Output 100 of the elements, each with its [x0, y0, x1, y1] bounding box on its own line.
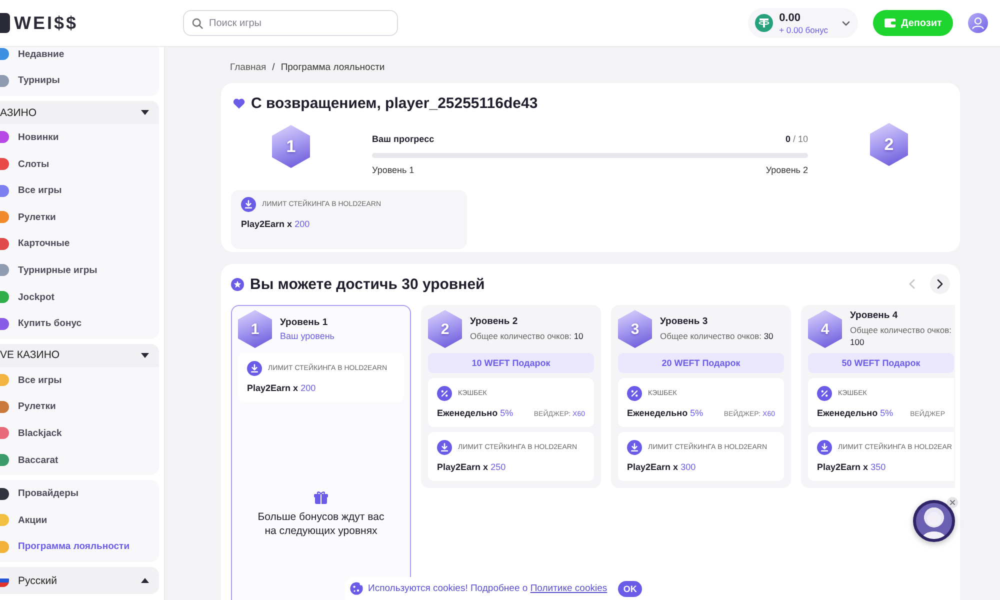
- gift-bar: 20 WEFT Подарок: [618, 353, 784, 373]
- level-badge: 1: [238, 310, 272, 348]
- menu-item-icon: [0, 158, 9, 170]
- points-text: Общее количество очков: 10: [470, 330, 584, 342]
- perk-value: Play2Earn x 250: [437, 462, 506, 473]
- sidebar-item[interactable]: Рулетки: [0, 204, 56, 231]
- next-button[interactable]: [930, 274, 950, 294]
- perk-value: Еженедельно 5%: [437, 408, 514, 419]
- breadcrumb-current: Программа лояльности: [280, 62, 385, 74]
- level-title: Уровень 2: [470, 316, 519, 327]
- close-icon[interactable]: [947, 497, 958, 508]
- download-icon: [627, 440, 642, 455]
- menu-item-icon: [0, 74, 9, 87]
- sidebar-item[interactable]: Программа лояльности: [0, 534, 130, 560]
- balance-amount: 0.00: [779, 12, 800, 24]
- sidebar-item[interactable]: Турнирные игры: [0, 257, 98, 284]
- search-icon: [192, 18, 203, 28]
- points-text: Общее количество очков: 100: [850, 324, 952, 348]
- teaser-text: Больше бонусов ждут вас на следующих уровнях: [256, 510, 386, 538]
- menu-item-icon: [0, 374, 9, 386]
- menu-item-icon: [0, 514, 9, 526]
- download-icon: [437, 440, 452, 455]
- menu-item-icon: [0, 48, 9, 60]
- menu-item-icon: [0, 488, 9, 500]
- level-title: Уровень 4: [850, 310, 899, 321]
- progress-count: 0 / 10: [785, 134, 808, 145]
- gift-bar: 50 WEFT Подарок: [808, 353, 954, 373]
- menu-item-icon: [0, 184, 9, 197]
- menu-item-icon: [0, 400, 9, 413]
- heart-icon: [233, 98, 245, 108]
- sidebar-item[interactable]: Провайдеры: [0, 480, 79, 507]
- ok-button[interactable]: OK: [618, 580, 642, 596]
- download-icon: [247, 361, 262, 376]
- sidebar-item[interactable]: Новинки: [0, 124, 59, 151]
- menu-item-icon: [0, 540, 9, 553]
- user-avatar-icon[interactable]: [968, 13, 988, 33]
- download-icon: [241, 197, 256, 212]
- balance-dropdown[interactable]: 0.00 + 0.00 бонус: [748, 8, 858, 38]
- wallet-icon: [884, 18, 896, 28]
- menu-item-icon: [0, 454, 9, 466]
- level-badge: 2: [870, 123, 908, 166]
- logo-text: WEI$$: [14, 12, 78, 34]
- sidebar-item[interactable]: Турниры: [0, 68, 60, 94]
- sidebar-item[interactable]: Слоты: [0, 150, 50, 178]
- points-text: Общее количество очков: 30: [660, 330, 774, 342]
- chevron-left-icon: [909, 279, 915, 289]
- perk-value: Play2Earn x 300: [627, 462, 696, 473]
- category-header[interactable]: АЗИНО: [0, 101, 159, 124]
- progress-label: Ваш прогресс: [372, 134, 434, 145]
- cookie-icon: [350, 582, 363, 595]
- menu-item-icon: [0, 291, 9, 304]
- menu-item-icon: [0, 318, 9, 330]
- sidebar-item[interactable]: Все игры: [0, 366, 62, 394]
- level-label: Уровень 1: [372, 165, 414, 176]
- percent-icon: [437, 386, 452, 401]
- perk-value: Play2Earn x 350: [817, 462, 886, 473]
- levels-title: Вы можете достичь 30 уровней: [250, 276, 485, 292]
- gift-icon: [314, 491, 328, 504]
- sidebar-item[interactable]: Все игры: [0, 177, 62, 204]
- menu-item-icon: [0, 131, 9, 144]
- menu-item-icon: [0, 264, 9, 276]
- menu-item-icon: [0, 427, 9, 440]
- gift-bar: 10 WEFT Подарок: [428, 353, 594, 373]
- cookie-policy-link[interactable]: Политике cookies: [530, 583, 608, 594]
- level-badge: 2: [428, 310, 462, 348]
- sidebar-item[interactable]: Акции: [0, 506, 48, 534]
- level-badge: 1: [272, 125, 310, 168]
- chevron-down-icon: [842, 20, 850, 26]
- download-icon: [817, 440, 832, 455]
- perk-value: Еженедельно 5%: [627, 408, 704, 419]
- sidebar-item[interactable]: Baccarat: [0, 446, 58, 474]
- level-label: Уровень 2: [766, 165, 808, 176]
- breadcrumb-link[interactable]: Главная: [230, 62, 266, 74]
- sidebar-item[interactable]: Недавние: [0, 47, 64, 68]
- star-icon: [231, 278, 244, 290]
- category-header[interactable]: VE КАЗИНО: [0, 344, 159, 367]
- bonus-amount: + 0.00 бонус: [779, 24, 828, 34]
- sidebar-item[interactable]: Карточные: [0, 230, 70, 258]
- level-title: Уровень 3: [660, 316, 709, 327]
- percent-icon: [627, 386, 642, 401]
- assistant-silhouette-icon: [921, 509, 947, 539]
- sidebar-item[interactable]: Рулетки: [0, 394, 56, 420]
- chevron-right-icon: [937, 279, 943, 289]
- sidebar-item[interactable]: Купить бонус: [0, 310, 82, 337]
- perk-value: Еженедельно 5%: [817, 408, 894, 419]
- perk-value: Play2Earn x 200: [247, 383, 316, 394]
- level-title: Уровень 1: [280, 316, 329, 328]
- menu-item-icon: [0, 211, 9, 224]
- level-badge: 4: [808, 310, 842, 348]
- sidebar-item[interactable]: Jockpot: [0, 284, 54, 310]
- coin-icon: [755, 14, 774, 32]
- perk-value: Play2Earn x 200: [241, 219, 310, 230]
- breadcrumb-separator: /: [272, 62, 275, 74]
- menu-item-icon: [0, 238, 9, 250]
- sidebar-item[interactable]: Blackjack: [0, 420, 62, 447]
- caret-up-icon: [141, 578, 149, 584]
- language-dropdown[interactable]: Русский: [0, 567, 159, 594]
- search-field[interactable]: Поиск игры: [183, 10, 398, 36]
- percent-icon: [817, 386, 832, 401]
- level-status: Ваш уровень: [280, 330, 334, 342]
